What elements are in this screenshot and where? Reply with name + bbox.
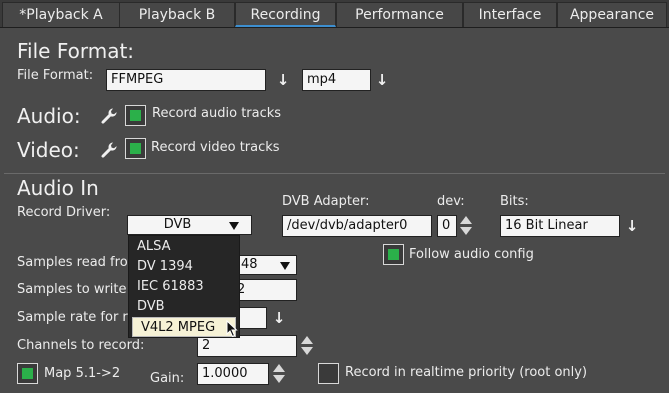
tab-playback-a[interactable]: *Playback A — [2, 2, 120, 27]
chevron-down-icon — [229, 222, 239, 230]
sample-rate-menu-arrow-icon[interactable]: ↓ — [272, 308, 286, 328]
extension-menu-arrow-icon[interactable]: ↓ — [375, 70, 389, 90]
record-driver-label: Record Driver: — [17, 205, 111, 220]
gain-field[interactable]: 1.0000 — [197, 363, 269, 385]
driver-option-iec61883[interactable]: IEC 61883 — [129, 277, 239, 297]
audio-heading: Audio: — [17, 104, 81, 128]
file-format-label: File Format: — [17, 68, 94, 83]
gain-stepper[interactable] — [272, 363, 286, 385]
follow-audio-config-label: Follow audio config — [409, 247, 534, 262]
channels-field[interactable]: 2 — [197, 335, 297, 357]
dev-field[interactable]: 0 — [437, 215, 457, 237]
file-format-field[interactable]: FFMPEG — [106, 69, 266, 91]
record-driver-dropdown[interactable]: DVB — [127, 215, 252, 235]
tab-recording[interactable]: Recording — [235, 2, 336, 27]
file-extension-field[interactable]: mp4 — [302, 69, 371, 91]
channels-stepper[interactable] — [300, 335, 314, 357]
gain-label: Gain: — [150, 371, 185, 386]
record-driver-menu: ALSA DV 1394 IEC 61883 DVB V4L2 MPEG — [128, 235, 240, 338]
tab-performance[interactable]: Performance — [336, 2, 463, 27]
video-heading: Video: — [17, 138, 80, 162]
file-format-heading: File Format: — [17, 39, 135, 63]
dev-label: dev: — [437, 194, 465, 209]
audio-in-heading: Audio In — [17, 176, 99, 200]
section-divider — [4, 173, 665, 174]
record-driver-value: DVB — [163, 217, 192, 232]
realtime-priority-checkbox[interactable] — [318, 363, 339, 384]
recording-panel: File Format: File Format: FFMPEG ↓ mp4 ↓… — [4, 30, 665, 393]
record-video-label: Record video tracks — [151, 140, 280, 155]
driver-option-dvb[interactable]: DVB — [129, 297, 239, 317]
video-settings-wrench-icon[interactable] — [100, 141, 118, 159]
record-video-checkbox[interactable] — [125, 138, 146, 159]
record-audio-label: Record audio tracks — [152, 106, 282, 121]
dvb-adapter-label: DVB Adapter: — [282, 194, 370, 209]
follow-audio-config-checkbox[interactable] — [383, 244, 404, 265]
tab-interface[interactable]: Interface — [463, 2, 557, 27]
driver-option-dv1394[interactable]: DV 1394 — [129, 257, 239, 277]
record-audio-checkbox[interactable] — [125, 105, 146, 126]
audio-settings-wrench-icon[interactable] — [100, 107, 118, 125]
map-51-checkbox[interactable] — [17, 363, 38, 384]
bits-field[interactable]: 16 Bit Linear — [500, 215, 620, 237]
samples-read-label: Samples read fro — [17, 255, 128, 270]
chevron-down-icon — [280, 262, 290, 270]
realtime-priority-label: Record in realtime priority (root only) — [345, 365, 588, 380]
tab-bar: *Playback A Playback B Recording Perform… — [0, 0, 669, 28]
format-menu-arrow-icon[interactable]: ↓ — [276, 70, 290, 90]
map-51-label: Map 5.1->2 — [44, 366, 121, 381]
driver-option-v4l2-mpeg[interactable]: V4L2 MPEG — [132, 317, 236, 337]
samples-write-field[interactable]: 2 — [232, 279, 297, 301]
bits-label: Bits: — [500, 194, 529, 209]
driver-option-alsa[interactable]: ALSA — [129, 237, 239, 257]
tab-appearance[interactable]: Appearance — [557, 2, 667, 27]
samples-write-label: Samples to write — [17, 282, 127, 297]
samples-read-value: 48 — [241, 257, 258, 272]
mouse-cursor-icon — [226, 320, 238, 338]
tab-playback-b[interactable]: Playback B — [119, 2, 235, 27]
samples-read-dropdown[interactable]: 48 — [232, 255, 297, 275]
dev-stepper[interactable] — [459, 215, 473, 237]
sample-rate-label: Sample rate for r — [17, 310, 128, 325]
channels-label: Channels to record: — [17, 338, 145, 353]
bits-menu-arrow-icon[interactable]: ↓ — [625, 216, 639, 236]
dvb-adapter-field[interactable]: /dev/dvb/adapter0 — [282, 215, 432, 237]
